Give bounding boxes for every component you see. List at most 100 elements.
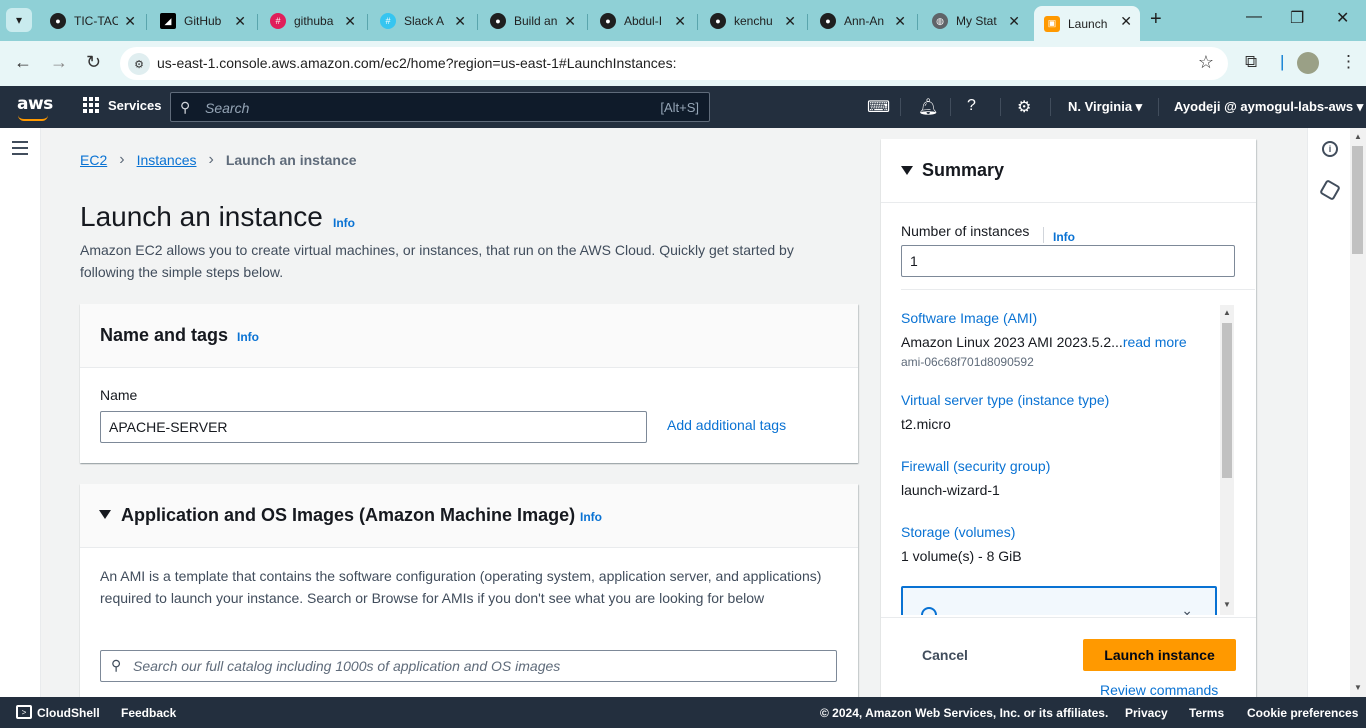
close-icon[interactable]: ✕ — [454, 13, 466, 30]
new-tab-plus-icon[interactable]: + — [1150, 8, 1162, 31]
info-icon[interactable]: i — [1322, 141, 1338, 157]
breadcrumb-ec2[interactable]: EC2 — [80, 152, 107, 168]
browser-tab-active[interactable]: ▣ Launch ✕ — [1034, 6, 1140, 41]
aws-top-navigation: aws Services ⚲ Search [Alt+S] ⌨ 🔔︎ ? ⚙ N… — [0, 86, 1366, 128]
notifications-bell-icon[interactable]: 🔔︎ — [918, 97, 938, 117]
name-tags-title: Name and tags — [100, 325, 229, 345]
close-icon[interactable]: ✕ — [564, 13, 576, 30]
scroll-down-icon[interactable]: ▼ — [1354, 683, 1362, 692]
scroll-thumb[interactable] — [1352, 146, 1363, 254]
cloudshell-icon[interactable]: > — [16, 705, 32, 719]
url-text[interactable]: us-east-1.console.aws.amazon.com/ec2/hom… — [157, 55, 676, 71]
read-more-link[interactable]: read more — [1123, 334, 1187, 350]
aws-logo[interactable]: aws — [17, 94, 53, 114]
browser-tab[interactable]: ● Build an ✕ — [480, 6, 584, 36]
software-image-link[interactable]: Software Image (AMI) — [901, 310, 1037, 326]
github-icon: ● — [820, 13, 836, 29]
instance-type-link[interactable]: Virtual server type (instance type) — [901, 392, 1109, 408]
github-icon: ● — [600, 13, 616, 29]
breadcrumb-current: Launch an instance — [225, 152, 357, 168]
cookie-preferences-link[interactable]: Cookie preferences — [1247, 706, 1358, 720]
ami-search-input[interactable]: ⚲ Search our full catalog including 1000… — [100, 650, 837, 682]
browser-toolbar: ← → ↻ ⚙ us-east-1.console.aws.amazon.com… — [0, 41, 1366, 86]
bookmark-star-icon[interactable]: ☆ — [1198, 52, 1214, 73]
privacy-link[interactable]: Privacy — [1125, 706, 1168, 720]
region-selector[interactable]: N. Virginia ▾ — [1068, 99, 1142, 115]
name-tags-info-link[interactable]: Info — [237, 330, 259, 344]
close-window-icon[interactable]: ✕ — [1336, 8, 1349, 28]
ami-panel-header[interactable]: Application and OS Images (Amazon Machin… — [80, 484, 858, 548]
console-footer: > CloudShell Feedback © 2024, Amazon Web… — [0, 697, 1366, 728]
storage-link[interactable]: Storage (volumes) — [901, 524, 1015, 540]
browser-tab[interactable]: # Slack A ✕ — [370, 6, 474, 36]
close-icon[interactable]: ✕ — [344, 13, 356, 30]
slack-icon: # — [270, 13, 286, 29]
scroll-down-icon[interactable]: ▼ — [1223, 600, 1231, 609]
hamburger-menu-icon[interactable] — [12, 141, 28, 159]
scroll-thumb[interactable] — [1222, 323, 1232, 478]
ami-info-link[interactable]: Info — [580, 510, 602, 524]
scroll-up-icon[interactable]: ▲ — [1354, 132, 1362, 141]
restore-icon[interactable]: ❐ — [1290, 8, 1304, 28]
browser-tab[interactable]: # githuba ✕ — [260, 6, 364, 36]
aws-search-input[interactable]: ⚲ Search [Alt+S] — [170, 92, 710, 122]
reload-icon[interactable]: ↻ — [86, 52, 101, 73]
services-menu-button[interactable]: Services — [83, 97, 162, 113]
scroll-up-icon[interactable]: ▲ — [1223, 308, 1231, 317]
browser-tab[interactable]: ● Abdul-I ✕ — [590, 6, 694, 36]
close-icon[interactable]: ✕ — [674, 13, 686, 30]
summary-scrollbar[interactable]: ▲ ▼ — [1220, 305, 1234, 615]
close-icon[interactable]: ✕ — [784, 13, 796, 30]
add-additional-tags-link[interactable]: Add additional tags — [667, 417, 786, 433]
page-scrollbar[interactable]: ▲ ▼ — [1350, 128, 1366, 697]
chevron-down-icon[interactable]: ⌄ — [1181, 602, 1193, 615]
cloudshell-icon[interactable]: ⌨ — [867, 97, 890, 117]
tab-search-chevron-icon[interactable]: ▾ — [6, 8, 32, 32]
close-icon[interactable]: ✕ — [1008, 13, 1020, 30]
account-menu[interactable]: Ayodeji @ aymogul-labs-aws ▾ — [1174, 99, 1363, 115]
launch-instance-button[interactable]: Launch instance — [1083, 639, 1236, 671]
close-icon[interactable]: ✕ — [1120, 13, 1132, 30]
settings-gear-icon[interactable]: ⚙ — [1017, 97, 1031, 117]
minimize-icon[interactable]: — — [1246, 8, 1262, 26]
name-input[interactable]: APACHE-SERVER — [100, 411, 647, 443]
browser-menu-icon[interactable]: ⋮ — [1340, 52, 1357, 72]
instances-info-link[interactable]: Info — [1053, 230, 1075, 244]
browser-tab[interactable]: ◍ My Stat ✕ — [922, 6, 1028, 36]
help-icon[interactable]: ? — [967, 97, 976, 115]
site-info-icon[interactable]: ⚙ — [128, 53, 150, 75]
left-navigation-rail — [0, 128, 41, 697]
review-commands-link[interactable]: Review commands — [1100, 682, 1218, 697]
browser-tab[interactable]: ◢ GitHub ✕ — [150, 6, 254, 36]
close-icon[interactable]: ✕ — [894, 13, 906, 30]
slack-icon: # — [380, 13, 396, 29]
back-arrow-icon[interactable]: ← — [14, 52, 32, 73]
terms-link[interactable]: Terms — [1189, 706, 1224, 720]
page-info-link[interactable]: Info — [333, 216, 355, 230]
cloudshell-link[interactable]: CloudShell — [37, 706, 100, 720]
summary-header[interactable]: Summary — [881, 139, 1256, 203]
breadcrumb-instances[interactable]: Instances — [137, 152, 197, 168]
free-tier-alert[interactable]: ⌄ — [901, 586, 1217, 615]
number-of-instances-input[interactable]: 1 — [901, 245, 1235, 277]
github-icon: ● — [710, 13, 726, 29]
profile-avatar[interactable] — [1297, 52, 1319, 74]
firewall-link[interactable]: Firewall (security group) — [901, 458, 1050, 474]
browser-tab[interactable]: ● TIC-TAC ✕ — [40, 6, 144, 36]
hexagon-tool-icon[interactable] — [1319, 179, 1341, 201]
extensions-puzzle-icon[interactable]: ⧉ — [1245, 52, 1257, 72]
forward-arrow-icon[interactable]: → — [50, 52, 68, 73]
github-dark-icon: ◢ — [160, 13, 176, 29]
caret-down-icon[interactable] — [901, 166, 913, 175]
close-icon[interactable]: ✕ — [124, 13, 136, 30]
feedback-link[interactable]: Feedback — [121, 706, 176, 720]
browser-tab[interactable]: ● kenchu ✕ — [700, 6, 804, 36]
address-bar[interactable]: ⚙ us-east-1.console.aws.amazon.com/ec2/h… — [120, 47, 1228, 80]
github-icon: ● — [490, 13, 506, 29]
cancel-button[interactable]: Cancel — [922, 647, 968, 663]
summary-details-scroll[interactable]: Software Image (AMI) Amazon Linux 2023 A… — [901, 305, 1219, 615]
browser-tab[interactable]: ● Ann-An ✕ — [810, 6, 914, 36]
ami-panel: Application and OS Images (Amazon Machin… — [80, 484, 858, 697]
caret-down-icon[interactable] — [99, 510, 111, 519]
close-icon[interactable]: ✕ — [234, 13, 246, 30]
